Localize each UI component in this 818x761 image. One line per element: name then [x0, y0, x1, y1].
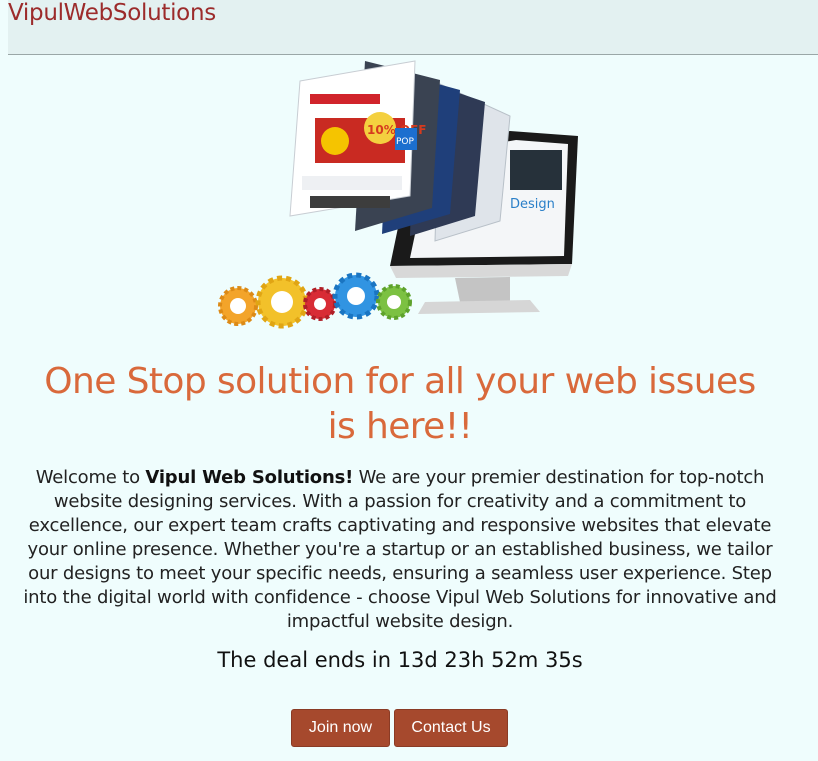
hero-illustration: Design 10% OFF POP — [210, 56, 590, 336]
brand-logo-text[interactable]: VipulWebSolutions — [8, 0, 216, 26]
website-pages-icon: 10% OFF POP — [289, 60, 511, 242]
join-now-button[interactable]: Join now — [291, 709, 390, 747]
intro-body: We are your premier destination for top-… — [23, 467, 777, 632]
intro-paragraph: Welcome to Vipul Web Solutions! We are y… — [22, 466, 778, 634]
design-screen-label: Design — [510, 197, 555, 212]
page: VipulWebSolutions Design 10% POP One Sto… — [0, 0, 818, 761]
pop-badge-label: POP — [396, 137, 415, 147]
headline-line-1: One Stop solution for all your web issue… — [44, 361, 756, 402]
navbar: VipulWebSolutions — [8, 0, 818, 55]
intro-company-name: Vipul Web Solutions! — [145, 467, 354, 488]
web-design-illustration: Design 10% OFF POP — [218, 60, 578, 329]
headline-line-2: is here!! — [327, 406, 473, 447]
gears-icon — [218, 272, 412, 329]
hero-headline: One Stop solution for all your web issue… — [20, 359, 780, 449]
contact-us-button[interactable]: Contact Us — [394, 709, 508, 747]
intro-prefix: Welcome to — [35, 467, 146, 488]
deal-countdown: The deal ends in 13d 23h 52m 35s — [217, 648, 583, 672]
